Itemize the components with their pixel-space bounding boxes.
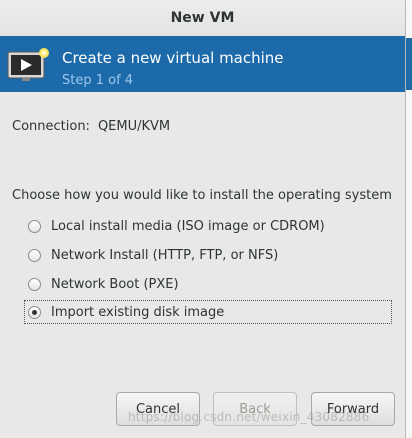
window-title: New VM <box>170 10 235 26</box>
install-method-prompt: Choose how you would like to install the… <box>12 188 392 203</box>
window-titlebar[interactable]: New VM <box>0 0 405 37</box>
banner-title: Create a new virtual machine <box>62 49 284 67</box>
step-indicator: Step 1 of 4 <box>62 73 134 88</box>
background-window-edge <box>405 0 412 438</box>
option-label: Local install media (ISO image or CDROM) <box>51 218 325 234</box>
watermark-text: https://blog.csdn.net/weixin_43082886 <box>128 410 370 424</box>
option-label: Network Boot (PXE) <box>51 276 179 292</box>
monitor-new-vm-icon <box>7 48 49 81</box>
option-import-disk[interactable]: Import existing disk image <box>24 300 392 324</box>
wizard-content <box>0 92 405 438</box>
connection-label: Connection: <box>12 119 90 134</box>
option-label: Import existing disk image <box>51 304 225 320</box>
option-local-media[interactable]: Local install media (ISO image or CDROM) <box>28 216 325 236</box>
radio-import-disk[interactable] <box>28 305 41 319</box>
option-network-boot[interactable]: Network Boot (PXE) <box>28 274 179 294</box>
option-label: Network Install (HTTP, FTP, or NFS) <box>51 247 279 263</box>
radio-selected-dot <box>32 309 37 315</box>
radio-network-install[interactable] <box>28 248 41 262</box>
connection-row: Connection: QEMU/KVM <box>12 119 170 134</box>
radio-local-media[interactable] <box>28 219 41 233</box>
radio-network-boot[interactable] <box>28 277 41 291</box>
connection-value: QEMU/KVM <box>97 119 171 134</box>
option-network-install[interactable]: Network Install (HTTP, FTP, or NFS) <box>28 245 278 265</box>
